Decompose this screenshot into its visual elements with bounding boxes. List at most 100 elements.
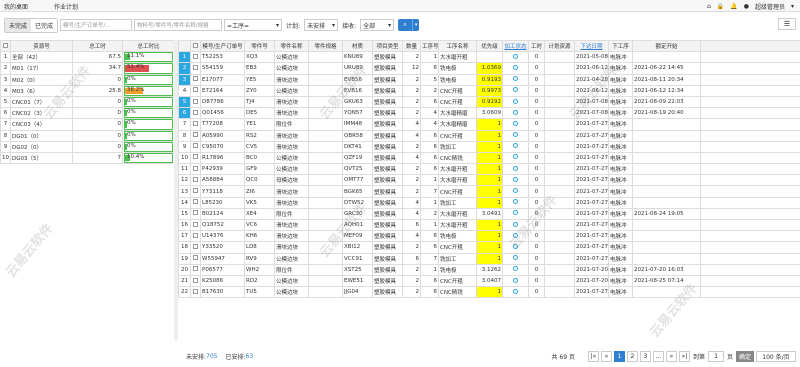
- part-search-input[interactable]: 物料号/零件号/零件名称/规格: [134, 19, 223, 31]
- table-row[interactable]: 16 Q18752 VC6 滑块边块 AQH01 塑胶模具 6 1 大水磨开粗 1 0 2021-07…: [178, 218, 800, 232]
- search-button[interactable]: ⌕: [398, 19, 413, 31]
- status-cell[interactable]: [502, 151, 529, 165]
- status-cell[interactable]: [502, 51, 529, 64]
- table-row[interactable]: 18 Y33520 LD8 滑块边块 XBI12 塑胶模具 2 6 CNC开粗 1 0 2021-07…: [178, 241, 800, 254]
- status-cell[interactable]: [502, 118, 529, 131]
- resource-name[interactable]: DG01（0）: [10, 129, 73, 142]
- per-page-select[interactable]: 100 条/页: [756, 350, 796, 362]
- status-cell[interactable]: [502, 140, 529, 153]
- page-button-1[interactable]: 1: [613, 350, 625, 362]
- row-checkbox[interactable]: [190, 207, 201, 221]
- status-cell[interactable]: [502, 62, 529, 75]
- task-header-date[interactable]: 下达日期: [574, 39, 609, 53]
- resource-row[interactable]: 3 M02（0） 0 0%: [0, 73, 175, 86]
- status-cell[interactable]: [502, 129, 529, 142]
- row-checkbox[interactable]: [190, 263, 201, 276]
- task-header-proc-name[interactable]: 工序名称: [438, 39, 477, 53]
- resource-header-name[interactable]: 资源号: [10, 39, 73, 53]
- table-row[interactable]: 15 B02124 XE4 限位件 GRC30 塑胶模具 4 2 大水磨开粗 3.0491 0 202…: [178, 207, 800, 221]
- resource-row[interactable]: 6 CNC02（3） 0 0%: [0, 107, 175, 120]
- row-checkbox[interactable]: [190, 252, 201, 265]
- go-button[interactable]: 确定: [736, 350, 754, 362]
- resource-name[interactable]: 全部（42）: [10, 51, 73, 64]
- task-header-spec[interactable]: 零件规格: [308, 39, 343, 53]
- row-checkbox[interactable]: [190, 241, 201, 254]
- status-cell[interactable]: [502, 263, 529, 276]
- resource-row[interactable]: 9 DG02（0） 0 0%: [0, 140, 175, 153]
- resource-row[interactable]: 7 CNC03（4） 0 0%: [0, 118, 175, 131]
- status-cell[interactable]: [502, 252, 529, 265]
- resource-name[interactable]: M01（17）: [10, 62, 73, 75]
- tab-home[interactable]: 我的桌面: [4, 2, 28, 11]
- status-cell[interactable]: [502, 207, 529, 221]
- task-header-checkbox[interactable]: [190, 39, 201, 53]
- status-cell[interactable]: [502, 95, 529, 109]
- row-checkbox[interactable]: [190, 51, 201, 64]
- table-row[interactable]: 4 E72164 ZY0 公模边块 EVB16 塑胶模具 2 2 CNC开粗 0.9973 0 202…: [178, 84, 800, 97]
- row-checkbox[interactable]: [190, 274, 201, 288]
- table-row[interactable]: 12 A58884 QC0 母模边块 OMT77 塑胶模具 2 1 大水磨开粗 1 0 2021-07…: [178, 174, 800, 187]
- task-header-priority[interactable]: 优先级: [476, 39, 503, 53]
- table-row[interactable]: 11 P42939 GF9 公模边块 QVT25 塑胶模具 2 6 大水磨开粗 1 0 2021-07…: [178, 163, 800, 176]
- status-cell[interactable]: [502, 84, 529, 97]
- row-checkbox[interactable]: [190, 129, 201, 142]
- page-button-2[interactable]: 2: [626, 350, 638, 362]
- table-row[interactable]: 7 T77208 YE1 限位件 IMM48 塑胶模具 4 4 大水磨精磨 1 0 2021-07-2…: [178, 118, 800, 131]
- order-search-input[interactable]: 模号/生产订单号/...: [60, 19, 133, 31]
- task-header-status[interactable]: 加工状态: [502, 39, 529, 53]
- table-row[interactable]: 10 R17896 BC0 公模边块 QZF19 塑胶模具 4 6 CNC精铣 1 0 2021-07…: [178, 151, 800, 165]
- task-header-resource[interactable]: 计划资源: [544, 39, 575, 53]
- row-checkbox[interactable]: [190, 230, 201, 243]
- row-checkbox[interactable]: [190, 163, 201, 176]
- table-row[interactable]: 19 W55947 RV9 公模边块 VCC91 塑胶模具 6 7 铣加工 1 0 2021-07-2…: [178, 252, 800, 265]
- lock-icon[interactable]: 🔒: [717, 3, 724, 10]
- status-cell[interactable]: [502, 218, 529, 232]
- resource-name[interactable]: CNC01（7）: [10, 95, 73, 109]
- search-dropdown-button[interactable]: ▾: [412, 19, 420, 31]
- task-header-part[interactable]: 零件号: [244, 39, 275, 53]
- status-cell[interactable]: [502, 174, 529, 187]
- row-checkbox[interactable]: [190, 107, 201, 120]
- user-name[interactable]: 超级管理员: [755, 2, 785, 11]
- home-icon[interactable]: ⌂: [707, 3, 711, 10]
- task-header-next[interactable]: 下工序: [608, 39, 633, 53]
- table-row[interactable]: 5 D87786 TJ4 滑块边块 GKU63 塑胶模具 2 6 CNC开粗 0.9192 0 202…: [178, 95, 800, 109]
- table-row[interactable]: 6 Q01456 DE5 滑块边块 YQN57 塑胶模具 2 4 大水磨精磨 3.0609 0 202…: [178, 107, 800, 120]
- status-cell[interactable]: [502, 185, 529, 198]
- resource-name[interactable]: CNC03（4）: [10, 118, 73, 131]
- task-header-proc[interactable]: 工序号: [420, 39, 439, 53]
- row-checkbox[interactable]: [190, 151, 201, 165]
- resource-row[interactable]: 2 M01（17） 34.7 51.4%: [0, 62, 175, 75]
- bell-icon[interactable]: 🔔: [730, 3, 737, 10]
- row-checkbox[interactable]: [190, 95, 201, 109]
- task-header-start[interactable]: 额定开始: [632, 39, 701, 53]
- table-row[interactable]: 9 C95070 CV5 滑块边块 DKT41 塑胶模具 2 6 铣加工 1 0 2021-07-27…: [178, 140, 800, 153]
- page-next[interactable]: »: [665, 350, 677, 362]
- task-header-hours[interactable]: 工时: [528, 39, 545, 53]
- table-row[interactable]: 17 U14376 KH6 滑块边块 MEF09 塑胶模具 4 6 铣电极 1 0 2021-07-2…: [178, 230, 800, 243]
- status-cell[interactable]: [502, 196, 529, 209]
- scheduled-count[interactable]: 63: [246, 353, 254, 360]
- resource-name[interactable]: DG02（0）: [10, 140, 73, 153]
- status-cell[interactable]: [502, 107, 529, 120]
- row-checkbox[interactable]: [190, 174, 201, 187]
- resource-checkbox-col[interactable]: [0, 39, 11, 53]
- resource-row[interactable]: 10 DG03（5） 7 10.4%: [0, 151, 175, 165]
- column-menu-button[interactable]: ☰: [778, 18, 796, 30]
- resource-header-hours[interactable]: 总工时: [72, 39, 123, 53]
- resource-row[interactable]: 1 全部（42） 67.5 11.1%: [0, 51, 175, 64]
- process-select[interactable]: =工序= ▾: [224, 19, 283, 31]
- resource-name[interactable]: DG03（5）: [10, 151, 73, 165]
- task-header-part-name[interactable]: 零件名称: [274, 39, 309, 53]
- row-checkbox[interactable]: [190, 196, 201, 209]
- row-checkbox[interactable]: [190, 218, 201, 232]
- table-row[interactable]: 22 B17630 TU5 公模边块 JJG04 塑胶模具 2 6 CNC精铣 1 0 2021-07…: [178, 286, 800, 299]
- status-cell[interactable]: [502, 73, 529, 86]
- row-checkbox[interactable]: [190, 73, 201, 86]
- page-button-3[interactable]: 3: [639, 350, 651, 362]
- finished-button[interactable]: 已完成: [31, 18, 58, 32]
- table-row[interactable]: 21 K25086 RD2 公模边块 EWE51 塑胶模具 2 6 CNC开粗 3.0407 0 20…: [178, 274, 800, 288]
- row-checkbox[interactable]: [190, 118, 201, 131]
- table-row[interactable]: 8 A05990 RS2 滑块边块 QBR58 塑胶模具 4 6 CNC开粗 1 0 2021-07-…: [178, 129, 800, 142]
- table-row[interactable]: 13 Y73118 ZI6 滑块边块 BGK65 塑胶模具 2 7 CNC开粗 1 0 2021-07…: [178, 185, 800, 198]
